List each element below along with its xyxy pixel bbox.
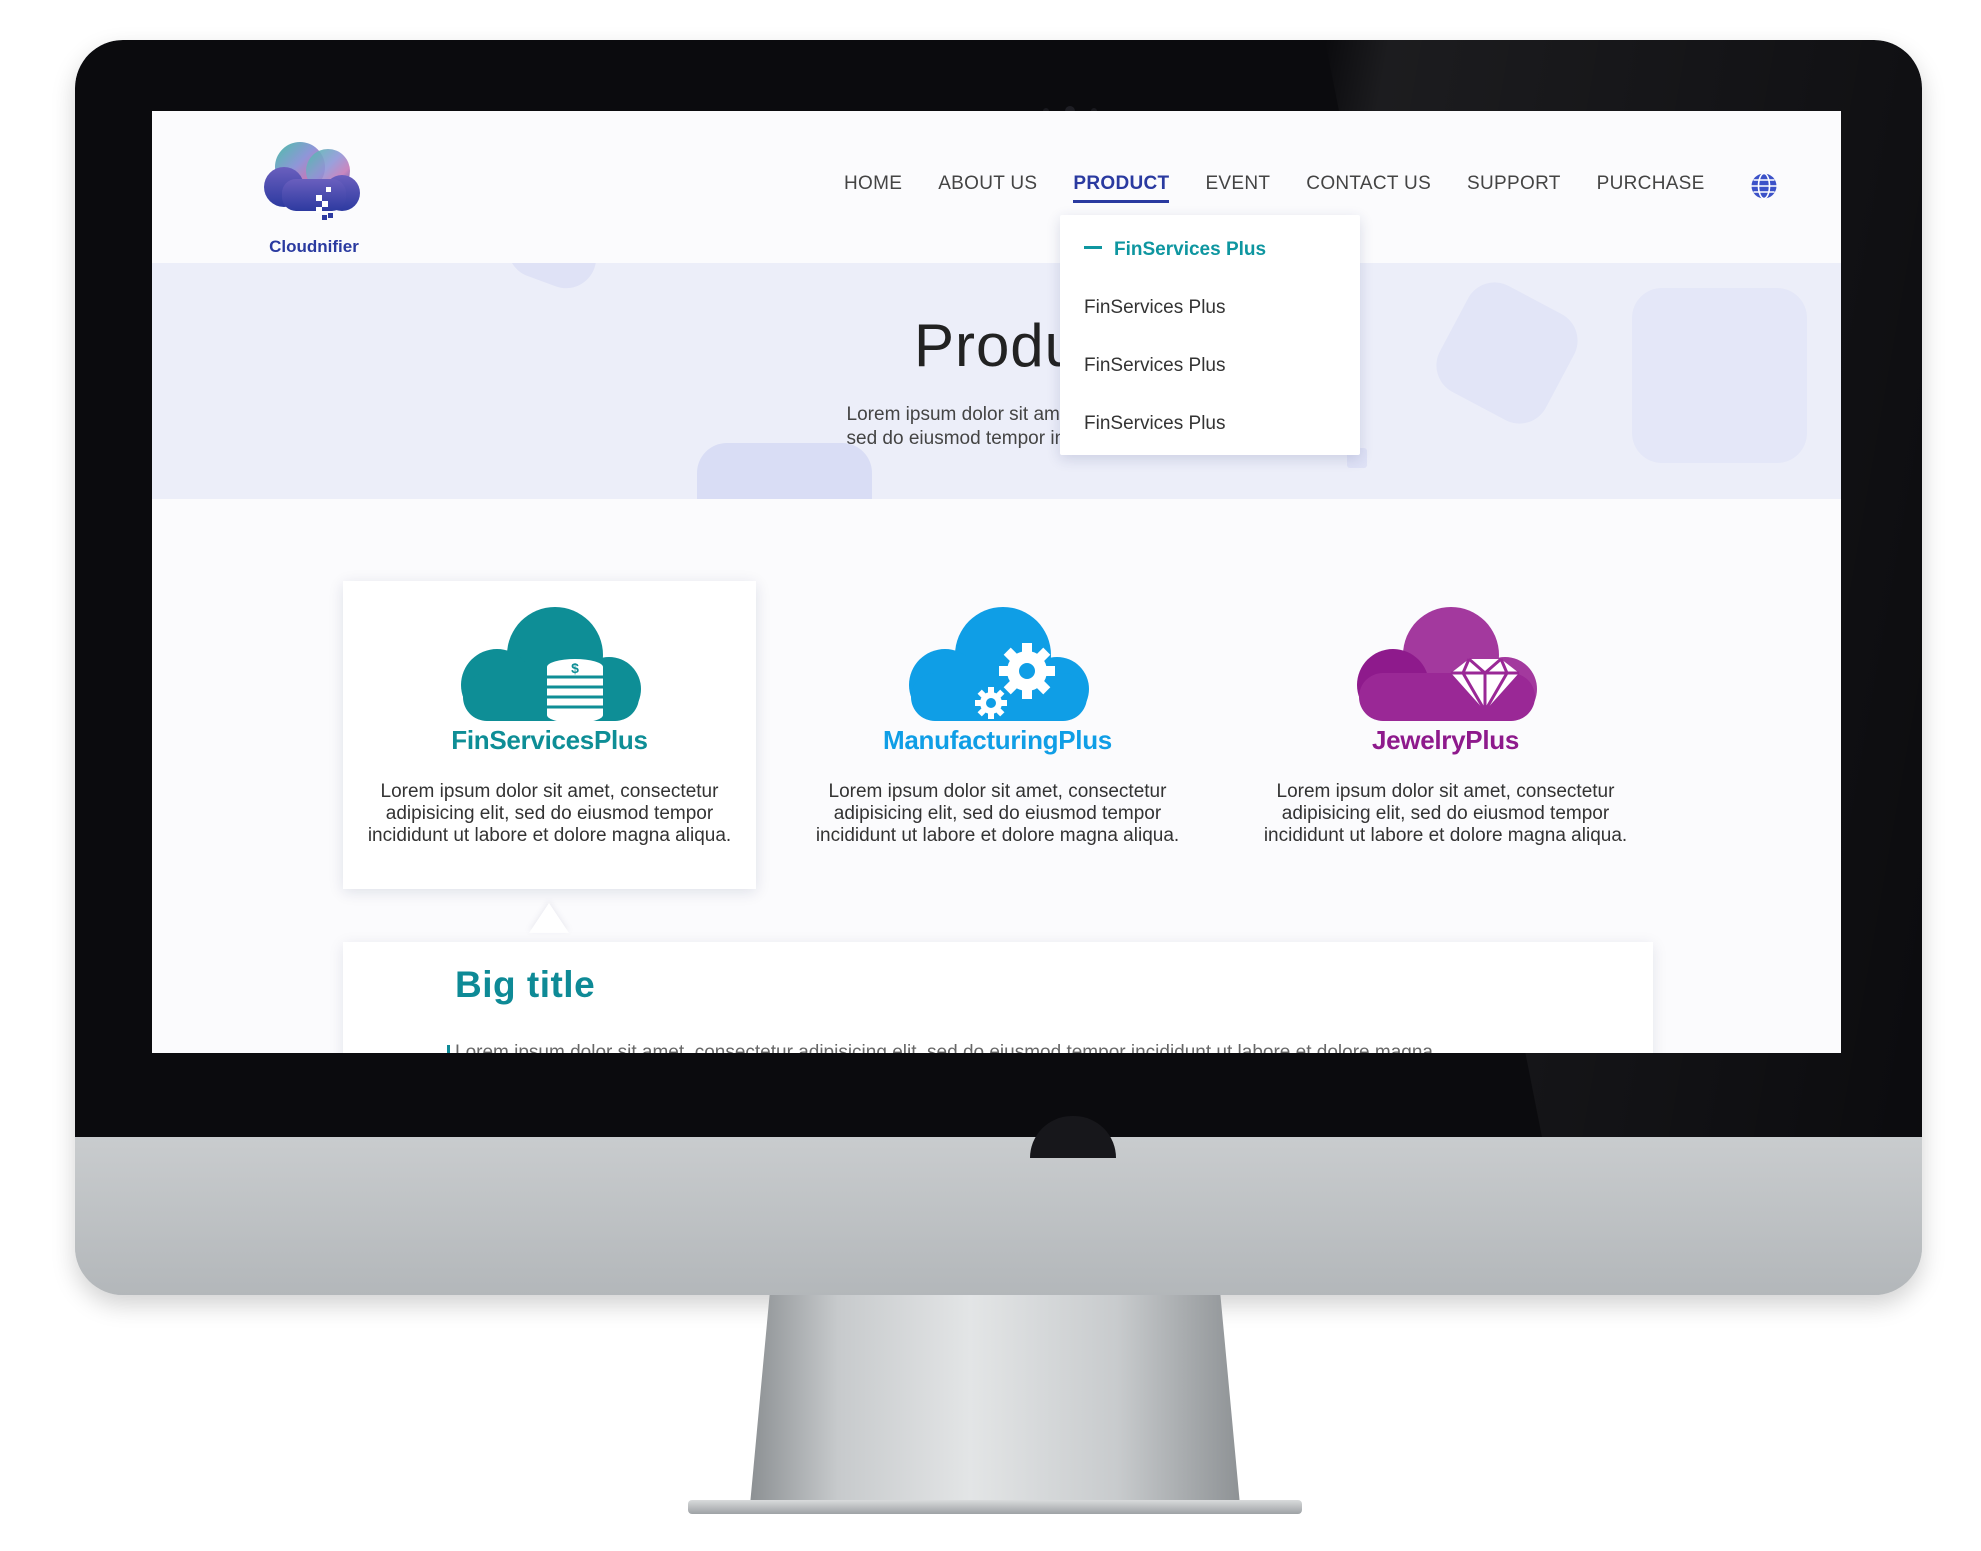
brand-logo[interactable]: Cloudnifier <box>254 135 374 256</box>
svg-text:$: $ <box>571 660 579 676</box>
site-header: Cloudnifier HOME ABOUT US PRODUCT EVENT … <box>152 111 1841 263</box>
nav-event[interactable]: EVENT <box>1187 169 1288 199</box>
nav-contact-us[interactable]: CONTACT US <box>1288 169 1449 199</box>
page-subtitle: Lorem ipsum dolor sit amet, consec sed d… <box>152 403 1841 451</box>
product-card-manufacturing[interactable]: ManufacturingPlus Lorem ipsum dolor sit … <box>791 581 1204 889</box>
nav-about-us[interactable]: ABOUT US <box>920 169 1055 199</box>
nav-support[interactable]: SUPPORT <box>1449 169 1579 199</box>
product-cards: $ FinServicesPlus Lorem ipsum dolor sit … <box>343 581 1653 891</box>
product-detail-panel: Big title Lorem ipsum dolor sit amet, co… <box>343 942 1653 1053</box>
monitor-stand-base <box>688 1500 1302 1514</box>
monitor-stand <box>750 1295 1240 1505</box>
page-title: Produ <box>913 312 1080 379</box>
product-dropdown-menu: FinServices Plus FinServices Plus FinSer… <box>1060 215 1360 455</box>
product-card-jewelry[interactable]: JewelryPlus Lorem ipsum dolor sit amet, … <box>1239 581 1652 889</box>
diamond-icon <box>1357 607 1537 721</box>
dropdown-item-active[interactable]: FinServices Plus <box>1084 239 1266 261</box>
card-title: FinServicesPlus <box>451 725 648 755</box>
dropdown-item[interactable]: FinServices Plus <box>1084 413 1226 435</box>
dropdown-item-label: FinServices Plus <box>1114 239 1267 260</box>
browser-viewport: Cloudnifier HOME ABOUT US PRODUCT EVENT … <box>152 111 1841 1053</box>
dropdown-item[interactable]: FinServices Plus <box>1084 297 1226 319</box>
nav-product[interactable]: PRODUCT <box>1055 169 1187 203</box>
card-title: ManufacturingPlus <box>883 725 1112 755</box>
active-dash-icon <box>1084 246 1102 250</box>
card-text: Lorem ipsum dolor sit amet, consectetur … <box>815 781 1180 846</box>
detail-title: Big title <box>455 964 596 1005</box>
card-title: JewelryPlus <box>1371 725 1519 755</box>
page-subtitle-line: Lorem ipsum dolor sit amet, consec <box>846 404 1147 425</box>
card-text: Lorem ipsum dolor sit amet, consectetur … <box>367 781 732 846</box>
monitor-chin <box>75 1137 1922 1295</box>
hero-decoration <box>499 263 605 297</box>
brand-name: Cloudnifier <box>269 237 359 256</box>
detail-text: Lorem ipsum dolor sit amet, consectetur … <box>455 1042 1433 1053</box>
coins-icon: $ <box>461 607 641 723</box>
globe-icon[interactable] <box>1750 172 1778 200</box>
page-hero: Produ Lorem ipsum dolor sit amet, consec… <box>152 263 1841 499</box>
cloud-logo-icon <box>264 142 360 220</box>
dropdown-item[interactable]: FinServices Plus <box>1084 355 1226 377</box>
detail-accent-bar <box>447 1045 450 1053</box>
page-subtitle-line: sed do eiusmod tempor incididunt u <box>846 428 1147 449</box>
product-card-finservices[interactable]: $ FinServicesPlus Lorem ipsum dolor sit … <box>343 581 756 889</box>
main-nav: HOME ABOUT US PRODUCT EVENT CONTACT US S… <box>826 169 1723 203</box>
gears-icon <box>909 607 1089 721</box>
nav-purchase[interactable]: PURCHASE <box>1579 169 1723 199</box>
hero-decoration <box>697 443 872 499</box>
card-pointer <box>529 903 569 933</box>
card-text: Lorem ipsum dolor sit amet, consectetur … <box>1263 781 1628 846</box>
nav-home[interactable]: HOME <box>826 169 920 199</box>
